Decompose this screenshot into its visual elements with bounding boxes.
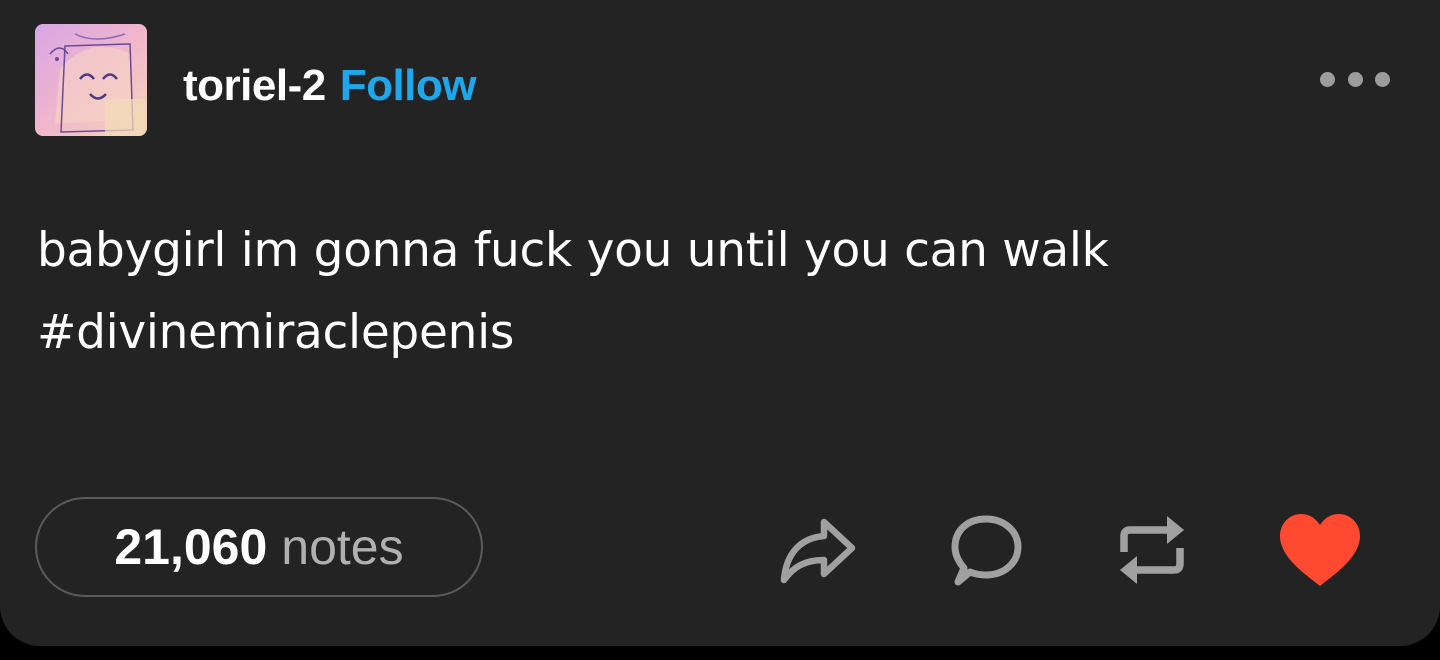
post-body: babygirl im gonna fuck you until you can… — [37, 210, 1397, 374]
post-text-line: babygirl im gonna fuck you until you can… — [37, 223, 1109, 278]
post-header: toriel-2 Follow — [183, 58, 477, 114]
reply-icon — [951, 515, 1022, 586]
notes-label: notes — [281, 519, 404, 575]
avatar[interactable] — [35, 24, 147, 136]
post-text-line: #divinemiraclepenis — [37, 305, 515, 360]
reblog-icon — [1120, 516, 1184, 584]
post-card: toriel-2 Follow babygirl im gonna fuck y… — [0, 0, 1440, 646]
more-options-icon — [1320, 71, 1335, 87]
share-button[interactable] — [776, 508, 860, 592]
share-icon — [780, 518, 856, 584]
follow-button[interactable]: Follow — [340, 61, 477, 111]
reply-button[interactable] — [942, 508, 1026, 592]
more-options-icon — [1375, 71, 1390, 87]
more-options-icon — [1347, 71, 1363, 87]
like-button[interactable] — [1278, 508, 1362, 592]
reblog-button[interactable] — [1110, 508, 1194, 592]
notes-count: 21,060 — [114, 519, 268, 575]
heart-icon — [1280, 514, 1360, 586]
avatar-image — [35, 24, 147, 136]
notes-button[interactable]: 21,060 notes — [35, 497, 483, 597]
more-options-button[interactable] — [1320, 62, 1390, 96]
username-link[interactable]: toriel-2 — [183, 61, 326, 111]
